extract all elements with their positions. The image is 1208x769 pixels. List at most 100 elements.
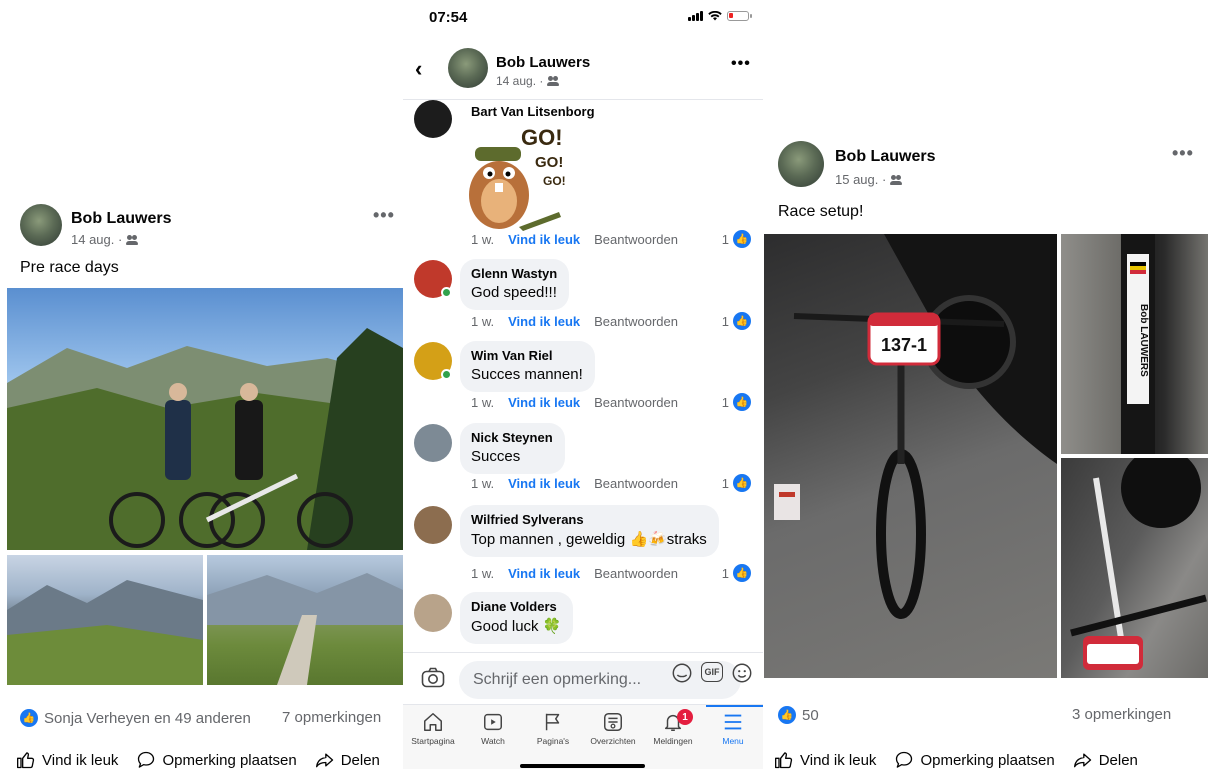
comment-actions: 1 w. Vind ik leuk Beantwoorden xyxy=(471,395,678,410)
comment-like-count-value: 1 xyxy=(721,394,729,410)
post-caption: Pre race days xyxy=(20,259,119,276)
post-photo-main[interactable]: 137-1 xyxy=(764,234,1057,678)
emoji-icon[interactable] xyxy=(731,662,753,684)
share-icon xyxy=(315,753,333,768)
author-name[interactable]: Bob Lauwers xyxy=(71,210,171,228)
comment-like-count[interactable]: 1 👍 xyxy=(722,230,751,248)
comment-bubble[interactable]: Nick Steynen Succes xyxy=(460,423,565,474)
commenter-name[interactable]: Diane Volders xyxy=(471,599,561,614)
author-avatar[interactable] xyxy=(448,48,488,88)
nav-watch[interactable]: Watch xyxy=(463,711,523,746)
commenter-name[interactable]: Wilfried Sylverans xyxy=(471,512,707,527)
feed-icon xyxy=(604,713,622,731)
comment-bubble[interactable]: Wilfried Sylverans Top mannen , geweldig… xyxy=(460,505,719,557)
comment-like-count-value: 1 xyxy=(721,231,729,247)
comment-like-button[interactable]: Vind ik leuk xyxy=(508,232,580,247)
comment-like-count[interactable]: 1 👍 xyxy=(722,393,751,411)
author-name[interactable]: Bob Lauwers xyxy=(496,54,590,71)
author-avatar[interactable] xyxy=(778,141,824,187)
comment-reply-button[interactable]: Beantwoorden xyxy=(594,395,678,410)
comment-button[interactable]: Opmerking plaatsen xyxy=(136,750,297,769)
like-button[interactable]: Vind ik leuk xyxy=(774,750,876,769)
go-sticker-icon: GO! GO! GO! xyxy=(469,125,566,231)
nav-pages[interactable]: Pagina's xyxy=(523,711,583,746)
post-photo-3[interactable] xyxy=(1061,458,1208,678)
commenter-avatar[interactable] xyxy=(414,424,452,462)
comment-reply-button[interactable]: Beantwoorden xyxy=(594,232,678,247)
author-name[interactable]: Bob Lauwers xyxy=(835,148,935,166)
comment-like-count-value: 1 xyxy=(721,565,729,581)
gif-icon[interactable]: GIF xyxy=(701,662,723,682)
comment-bubble[interactable]: Wim Van Riel Succes mannen! xyxy=(460,341,595,392)
home-indicator xyxy=(520,764,645,768)
comments-screen: 07:54 ‹ Bob Lauwers 14 aug. · ••• Bart V… xyxy=(403,0,763,769)
reactions-summary[interactable]: 👍 Sonja Verheyen en 49 anderen xyxy=(20,709,251,727)
commenter-avatar[interactable] xyxy=(414,506,452,544)
comment-like-button[interactable]: Vind ik leuk xyxy=(508,476,580,491)
post-date-text: 15 aug. · xyxy=(835,172,887,187)
commenter-name[interactable]: Glenn Wastyn xyxy=(471,266,557,281)
share-label: Delen xyxy=(340,751,380,769)
comment-item: Nick Steynen Succes 1 w. Vind ik leuk Be… xyxy=(403,423,763,503)
comment-icon xyxy=(138,751,155,768)
nav-menu[interactable]: Menu xyxy=(703,711,763,746)
post-actions: Vind ik leuk Opmerking plaatsen Delen xyxy=(774,750,1138,769)
like-button[interactable]: Vind ik leuk xyxy=(16,750,118,769)
comments-count[interactable]: 3 opmerkingen xyxy=(1072,706,1171,723)
post-photo-2[interactable]: Bob LAUWERS xyxy=(1061,234,1208,454)
back-icon[interactable]: ‹ xyxy=(415,56,422,82)
commenter-name[interactable]: Nick Steynen xyxy=(471,430,553,445)
camera-icon[interactable] xyxy=(421,667,445,689)
comment-actions: 1 w. Vind ik leuk Beantwoorden xyxy=(471,566,678,581)
comment-like-count[interactable]: 1 👍 xyxy=(722,474,751,492)
nav-pages-label: Pagina's xyxy=(536,736,570,746)
post-photo-main[interactable] xyxy=(7,288,403,550)
comment-label: Opmerking plaatsen xyxy=(162,751,297,769)
like-reaction-icon: 👍 xyxy=(733,393,751,411)
comment-time: 1 w. xyxy=(471,314,495,329)
post-header-bar: ‹ Bob Lauwers 14 aug. · ••• xyxy=(403,38,763,100)
author-avatar[interactable] xyxy=(20,204,62,246)
nav-menu-label: Menu xyxy=(722,736,744,746)
commenter-avatar[interactable] xyxy=(414,100,452,138)
comment-like-button[interactable]: Vind ik leuk xyxy=(508,314,580,329)
comment-time: 1 w. xyxy=(471,566,495,581)
commenter-avatar[interactable] xyxy=(414,594,452,632)
post-photo-2[interactable] xyxy=(7,555,203,685)
comment-like-button[interactable]: Vind ik leuk xyxy=(508,566,580,581)
nav-notifications[interactable]: 1 Meldingen xyxy=(643,709,703,746)
sticker-icon[interactable] xyxy=(671,662,693,684)
friends-icon xyxy=(547,76,560,86)
comment-time: 1 w. xyxy=(471,232,495,247)
comment-like-count[interactable]: 1 👍 xyxy=(722,312,751,330)
comment-actions: 1 w. Vind ik leuk Beantwoorden xyxy=(471,232,678,247)
more-options-icon[interactable]: ••• xyxy=(373,205,395,226)
comment-actions: 1 w. Vind ik leuk Beantwoorden xyxy=(471,476,678,491)
comment-reply-button[interactable]: Beantwoorden xyxy=(594,566,678,581)
more-options-icon[interactable]: ••• xyxy=(731,55,751,73)
bib-name: Bob LAUWERS xyxy=(1138,304,1149,377)
post-date-text: 14 aug. · xyxy=(496,74,544,88)
nav-overviews[interactable]: Overzichten xyxy=(583,711,643,746)
comments-count[interactable]: 7 opmerkingen xyxy=(282,709,381,726)
comment-like-button[interactable]: Vind ik leuk xyxy=(508,395,580,410)
comment-reply-button[interactable]: Beantwoorden xyxy=(594,476,678,491)
comment-button[interactable]: Opmerking plaatsen xyxy=(894,750,1055,769)
nav-notifications-label: Meldingen xyxy=(653,736,693,746)
nav-home[interactable]: Startpagina xyxy=(403,711,463,746)
comment-bubble[interactable]: Diane Volders Good luck 🍀 xyxy=(460,592,574,644)
more-options-icon[interactable]: ••• xyxy=(1172,143,1194,164)
commenter-name[interactable]: Wim Van Riel xyxy=(471,348,583,363)
share-button[interactable]: Delen xyxy=(315,750,380,769)
post-photo-3[interactable] xyxy=(207,555,403,685)
comment-bubble[interactable]: Glenn Wastyn God speed!!! xyxy=(460,259,570,310)
comment-reply-button[interactable]: Beantwoorden xyxy=(594,314,678,329)
reactions-summary[interactable]: 👍 50 xyxy=(778,706,819,724)
nav-watch-label: Watch xyxy=(481,736,505,746)
reactions-text: Sonja Verheyen en 49 anderen xyxy=(44,709,251,727)
nav-overviews-label: Overzichten xyxy=(590,736,636,746)
comment-time: 1 w. xyxy=(471,476,495,491)
signal-icon xyxy=(688,11,703,21)
comment-like-count[interactable]: 1 👍 xyxy=(722,564,751,582)
share-button[interactable]: Delen xyxy=(1073,750,1138,769)
